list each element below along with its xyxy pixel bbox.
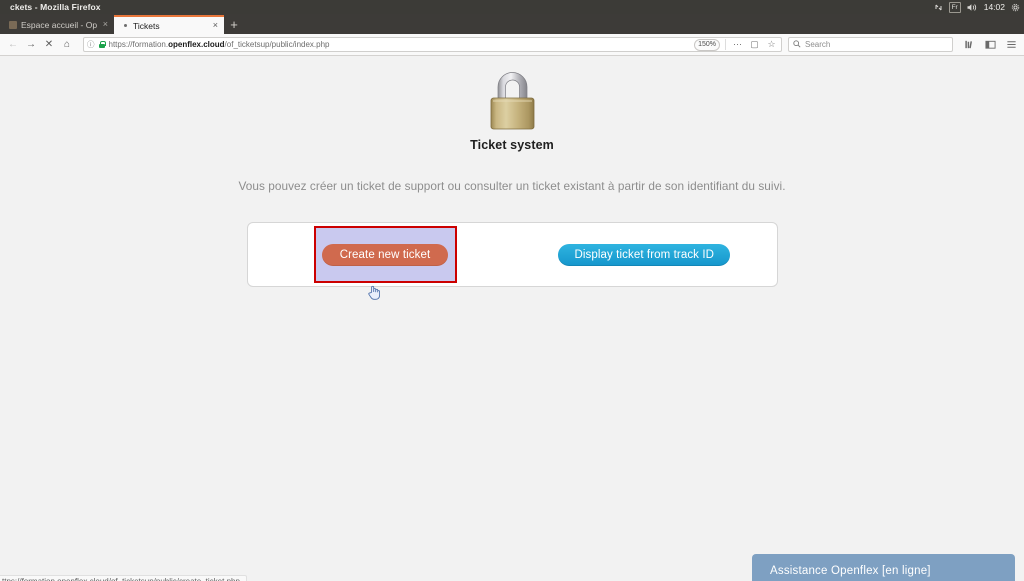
site-information-icon[interactable]: ⓘ <box>87 39 95 50</box>
tab-tickets[interactable]: Tickets × <box>114 15 224 34</box>
home-icon[interactable]: ⌂ <box>59 37 75 53</box>
tab-favicon-icon <box>9 20 17 29</box>
window-title: ckets - Mozilla Firefox <box>10 2 101 12</box>
display-ticket-from-track-id-button[interactable]: Display ticket from track ID <box>558 243 731 266</box>
toolbar-right-icons <box>961 37 1019 53</box>
tab-loading-icon <box>121 22 129 30</box>
keyboard-layout-indicator[interactable]: Fr <box>948 1 961 13</box>
card-right-half: Display ticket from track ID <box>512 223 777 286</box>
padlock-secure-icon <box>98 41 106 48</box>
back-arrow-icon[interactable]: ← <box>5 37 21 53</box>
page-lead-text: Vous pouvez créer un ticket de support o… <box>238 179 786 193</box>
clock[interactable]: 14:02 <box>984 2 1005 12</box>
browser-toolbar: ← → ✕ ⌂ ⓘ https://formation.openflex.clo… <box>0 34 1024 56</box>
library-icon[interactable] <box>961 37 977 53</box>
address-bar[interactable]: ⓘ https://formation.openflex.cloud/of_ti… <box>83 37 782 52</box>
url-prefix: https://formation. <box>108 40 169 49</box>
tab-label: Espace accueil - Openfl <box>21 19 97 30</box>
gear-icon[interactable] <box>1011 3 1020 12</box>
zoom-level-badge[interactable]: 150% <box>694 38 720 51</box>
pointer-hand-cursor <box>368 285 381 300</box>
bookmark-star-icon[interactable]: ☆ <box>765 38 778 51</box>
panel-indicators: Fr 14:02 <box>934 1 1020 13</box>
padlock-icon <box>484 67 541 131</box>
create-new-ticket-button[interactable]: Create new ticket <box>321 243 449 266</box>
chat-widget-label: Assistance Openflex [en ligne] <box>770 564 931 577</box>
ubuntu-top-panel: ckets - Mozilla Firefox Fr 14:02 <box>0 0 1024 14</box>
stop-icon[interactable]: ✕ <box>41 37 57 53</box>
page-viewport: Ticket system Vous pouvez créer un ticke… <box>0 56 1024 581</box>
toolbar-divider <box>725 39 726 50</box>
status-bar-link-preview: ttps://formation.openflex.cloud/of_ticke… <box>0 575 247 581</box>
actions-card: Create new ticket Display ticket from tr… <box>246 222 778 287</box>
forward-arrow-icon[interactable]: → <box>23 37 39 53</box>
tab-espace-accueil[interactable]: Espace accueil - Openfl × <box>2 15 114 34</box>
search-placeholder: Search <box>805 40 831 49</box>
url-path: /of_ticketsup/public/index.php <box>224 40 330 49</box>
chat-widget[interactable]: Assistance Openflex [en ligne] <box>752 554 1015 581</box>
create-ticket-button-wrapper: Create new ticket <box>314 226 457 283</box>
network-icon[interactable] <box>934 3 943 12</box>
url-domain: openflex.cloud <box>168 40 225 49</box>
volume-icon[interactable] <box>967 3 978 12</box>
vertical-scrollbar[interactable] <box>1018 56 1024 581</box>
page-content: Ticket system Vous pouvez créer un ticke… <box>0 56 1024 287</box>
search-icon <box>793 39 801 50</box>
page-actions-icon[interactable]: ⋯ <box>731 38 744 51</box>
new-tab-button[interactable]: + <box>224 15 244 34</box>
sidebar-toggle-icon[interactable] <box>982 37 998 53</box>
browser-tabstrip: Espace accueil - Openfl × Tickets × + <box>0 14 1024 34</box>
reader-mode-icon[interactable]: ▢ <box>748 38 761 51</box>
tab-label: Tickets <box>133 20 160 31</box>
search-bar[interactable]: Search <box>788 37 953 52</box>
tab-close-icon[interactable]: × <box>211 21 218 30</box>
menu-hamburger-icon[interactable] <box>1003 37 1019 53</box>
page-title: Ticket system <box>470 138 554 152</box>
url-text: https://formation.openflex.cloud/of_tick… <box>109 40 691 49</box>
tab-close-icon[interactable]: × <box>101 20 108 29</box>
